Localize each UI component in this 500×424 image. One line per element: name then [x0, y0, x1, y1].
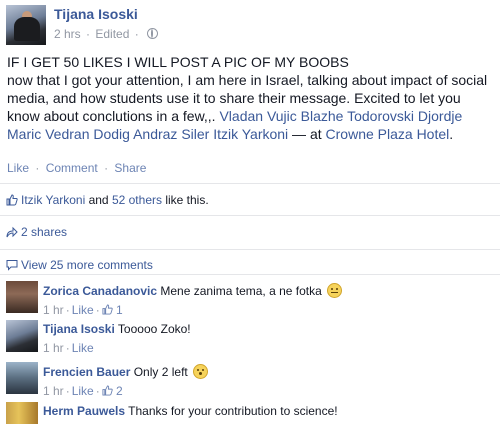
comment-like-button[interactable]: Like — [72, 303, 94, 317]
divider — [0, 249, 500, 250]
comment-body: Frencien Bauer Only 2 left 1 hr · Like · 2 — [43, 364, 493, 398]
commenter-name[interactable]: Herm Pauwels — [43, 404, 125, 418]
post-body: IF I GET 50 LIKES I WILL POST A PIC OF M… — [7, 53, 495, 143]
comment: Herm Pauwels Thanks for your contributio… — [0, 402, 500, 424]
post-at-text: — at — [288, 126, 326, 142]
thumbs-up-icon — [102, 304, 113, 315]
meta-separator: · — [134, 27, 139, 41]
meta-separator: · — [65, 384, 70, 398]
commenter-avatar[interactable] — [6, 320, 38, 352]
comment-text: Thanks for your contribution to science! — [125, 404, 338, 418]
shares-count[interactable]: 2 shares — [21, 225, 67, 239]
post-meta: 2 hrs · Edited · — [54, 27, 159, 41]
commenter-name[interactable]: Zorica Canadanovic — [43, 284, 157, 298]
surprised-emoji-icon — [193, 364, 209, 379]
thumbs-up-icon — [6, 194, 18, 206]
meta-separator: · — [95, 303, 100, 317]
commenter-name[interactable]: Frencien Bauer — [43, 365, 130, 379]
comment-content: Tijana Isoski Tooooo Zoko! — [43, 322, 493, 336]
meta-separator: · — [65, 303, 70, 317]
post-body-end: . — [449, 126, 454, 142]
comment-like-button[interactable]: Like — [72, 341, 94, 355]
comment-content: Zorica Canadanovic Mene zanima tema, a n… — [43, 283, 493, 298]
comment-body: Zorica Canadanovic Mene zanima tema, a n… — [43, 283, 493, 317]
post-line-1: IF I GET 50 LIKES I WILL POST A PIC OF M… — [7, 54, 349, 70]
post-edited[interactable]: Edited — [95, 27, 129, 41]
commenter-avatar[interactable] — [6, 362, 38, 394]
likes-suffix: like this. — [162, 193, 209, 207]
likes-summary: Itzik Yarkoni and 52 others like this. — [6, 193, 209, 207]
comment-like-count[interactable]: 1 — [116, 303, 123, 317]
share-button[interactable]: Share — [114, 161, 146, 175]
view-more-comments[interactable]: View 25 more comments — [6, 258, 153, 272]
divider — [0, 215, 500, 216]
divider — [0, 183, 500, 184]
smile-emoji-icon — [327, 283, 343, 298]
comment-meta: 1 hr · Like · 1 — [43, 303, 493, 317]
share-arrow-icon — [6, 226, 18, 238]
globe-icon[interactable] — [147, 28, 159, 39]
place-link[interactable]: Crowne Plaza Hotel — [326, 126, 450, 142]
comment-time[interactable]: 1 hr — [43, 303, 64, 317]
post-time[interactable]: 2 hrs — [54, 27, 81, 41]
comment-text: Mene zanima tema, a ne fotka — [157, 284, 326, 298]
comment-body: Tijana Isoski Tooooo Zoko! 1 hr · Like — [43, 322, 493, 355]
liker-link[interactable]: Itzik Yarkoni — [21, 193, 85, 207]
thumbs-up-icon — [102, 385, 113, 396]
comment-text: Only 2 left — [130, 365, 192, 379]
commenter-name[interactable]: Tijana Isoski — [43, 322, 115, 336]
meta-separator: · — [86, 27, 91, 41]
comment-meta: 1 hr · Like · 2 — [43, 384, 493, 398]
likes-and: and — [85, 193, 112, 207]
action-separator: · — [104, 161, 109, 175]
meta-separator: · — [65, 341, 70, 355]
comment: Zorica Canadanovic Mene zanima tema, a n… — [0, 281, 500, 317]
comment-time[interactable]: 1 hr — [43, 384, 64, 398]
commenter-avatar[interactable] — [6, 402, 38, 424]
post-author-name[interactable]: Tijana Isoski — [54, 6, 138, 22]
comment-like-button[interactable]: Like — [72, 384, 94, 398]
comment-text: Tooooo Zoko! — [114, 322, 191, 336]
author-avatar[interactable] — [6, 5, 46, 45]
divider — [0, 274, 500, 275]
comment: Tijana Isoski Tooooo Zoko! 1 hr · Like — [0, 320, 500, 356]
comment-time[interactable]: 1 hr — [43, 341, 64, 355]
view-more-label[interactable]: View 25 more comments — [21, 258, 153, 272]
comment-meta: 1 hr · Like — [43, 341, 493, 355]
meta-separator: · — [95, 384, 100, 398]
avatar-body — [14, 17, 40, 41]
like-button[interactable]: Like — [7, 161, 29, 175]
comment-content: Herm Pauwels Thanks for your contributio… — [43, 404, 493, 418]
shares-summary[interactable]: 2 shares — [6, 225, 67, 239]
commenter-avatar[interactable] — [6, 281, 38, 313]
post-line-2: now that I got your attention, I am here… — [7, 71, 495, 143]
post-actions: Like · Comment · Share — [7, 161, 146, 175]
comment-button[interactable]: Comment — [46, 161, 98, 175]
action-separator: · — [35, 161, 40, 175]
others-link[interactable]: 52 others — [112, 193, 162, 207]
comment-content: Frencien Bauer Only 2 left — [43, 364, 493, 379]
comment: Frencien Bauer Only 2 left 1 hr · Like · 2 — [0, 362, 500, 398]
comment-bubble-icon — [6, 260, 18, 271]
comment-body: Herm Pauwels Thanks for your contributio… — [43, 404, 493, 418]
comment-like-count[interactable]: 2 — [116, 384, 123, 398]
